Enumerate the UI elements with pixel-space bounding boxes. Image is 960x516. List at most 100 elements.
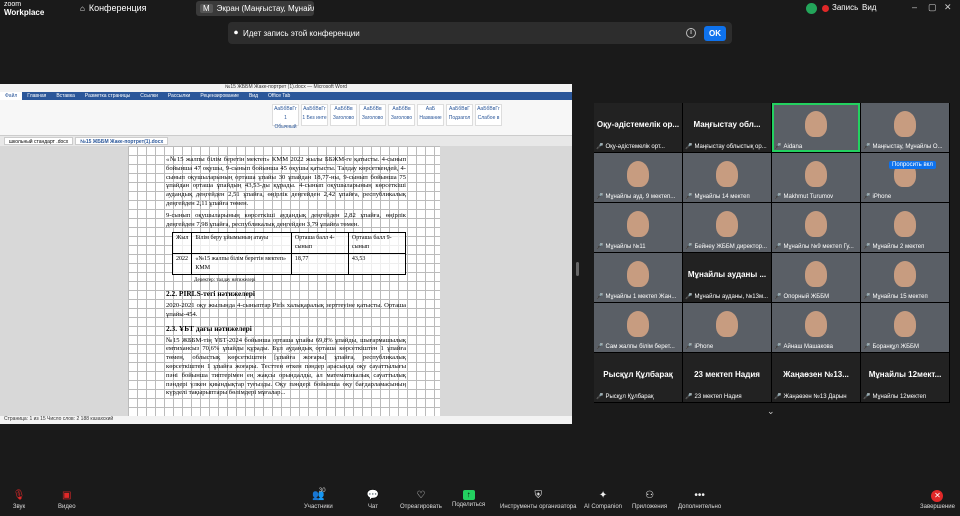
maximize-icon[interactable]: ▢ [928, 2, 937, 13]
participant-video [805, 211, 827, 237]
participant-tile[interactable]: 🎤 Мұнайлы 2 мектеп [861, 203, 949, 252]
word-tab[interactable]: Рецензирование [195, 92, 244, 100]
style-item[interactable]: AaБбВвГг 1 Обычный [272, 104, 299, 130]
participant-display-name: Маңғыстау обл... [693, 120, 761, 129]
participant-tile[interactable]: 🎤 Мұнайлы №9 мектеп Гу... [772, 203, 860, 252]
document-tab-active[interactable]: №15 ЖББМ Жаке-портрет(1).docx [75, 137, 169, 145]
doc-paragraph: 2020-2021 оқу жылында 4-сыныптар Pirls х… [166, 302, 406, 318]
participant-tile[interactable]: 🎤 Айнаш Машакова [772, 303, 860, 352]
participant-name-tag: 🎤 Маңғыстау, Мұнайлы О... [863, 143, 947, 151]
more-icon: ••• [694, 490, 705, 501]
participant-tile[interactable]: Оқу-әдістемелік ор... 🎤 Оқу-әдістемелік ор… [594, 103, 682, 152]
participant-name: Рысқұл Құлбарақ [605, 393, 654, 400]
participant-name: Маңғыстау, Мұнайлы О... [872, 143, 943, 150]
participant-video [894, 111, 916, 137]
ask-to-unmute-button[interactable]: Попросить вкл [889, 161, 936, 169]
record-label[interactable]: Запись [832, 3, 858, 12]
tab-conference[interactable]: ⌂ Конференция [80, 3, 147, 13]
participant-tile[interactable]: 🎤 Мұнайлы №11 [594, 203, 682, 252]
share-button[interactable]: ↑ Поделиться [452, 490, 485, 508]
meeting-toolbar: 🎙 Звук ▣ Видео 30 👥 Участники 💬 Чат ♡ От… [0, 486, 960, 516]
participant-video [894, 261, 916, 287]
close-window-icon[interactable]: ✕ [944, 2, 952, 13]
participant-tile[interactable]: 🎤 Мұнайлы 14 мектеп [683, 153, 771, 202]
participant-tile[interactable]: 🎤 Сам жалпы білім берет... [594, 303, 682, 352]
participant-tile[interactable]: Мұнайлы ауданы ... 🎤 Мұнайлы ауданы, №13м.… [683, 253, 771, 302]
style-item[interactable]: AaБбВв Заголово [359, 104, 386, 126]
participant-tile[interactable]: Рысқұл Құлбарақ 🎤 Рысқұл Құлбарақ [594, 353, 682, 402]
participant-name-tag: 🎤 Оқу-әдістемелік орт... [596, 143, 680, 151]
document-area: «№15 жалпы білім беретін мектеп» КММ 202… [0, 146, 572, 416]
ai-companion-button[interactable]: ✦ AI Companion [584, 490, 622, 510]
participant-name-tag: 🎤 Мұнайлы ауданы, №13м... [685, 293, 769, 301]
participant-name: Мұнайлы ауданы, №13м... [694, 293, 769, 300]
word-tab[interactable]: Рассылки [163, 92, 195, 100]
mic-muted-icon: 🎤 [863, 344, 871, 350]
participant-video [894, 311, 916, 337]
word-tab[interactable]: Вид [244, 92, 263, 100]
more-button[interactable]: ••• Дополнительно [678, 490, 721, 510]
minimize-icon[interactable]: – [912, 2, 917, 12]
ok-button[interactable]: OK [704, 25, 726, 41]
word-tab[interactable]: Разметка страницы [80, 92, 135, 100]
style-item[interactable]: AaБбВвГ Подзагол [446, 104, 473, 126]
doc-heading: 2.2. PIRLS-тегі нәтижелері [166, 289, 255, 299]
participant-tile[interactable]: 🎤 iPhone [683, 303, 771, 352]
participant-name-tag: 🎤 Мұнайлы №9 мектеп Гу... [774, 243, 858, 251]
style-item[interactable]: AaБбВв Заголово [388, 104, 415, 126]
participant-name-tag: 🎤 Жаңаөзен №13 Дарын [774, 393, 858, 401]
participant-name-tag: 🎤 Опорный ЖББМ [774, 293, 858, 301]
style-item[interactable]: AaБ Название [417, 104, 444, 126]
participant-tile[interactable]: 🎤 Aidana [772, 103, 860, 152]
audio-button[interactable]: 🎙 Звук [12, 490, 26, 510]
word-tab[interactable]: Главная [22, 92, 51, 100]
style-item[interactable]: AaБбВв Заголово [330, 104, 357, 126]
participant-tile[interactable]: 🎤 Мұнайлы ауд. 9 мектеп... [594, 153, 682, 202]
apps-button[interactable]: ⚇ Приложения [632, 490, 667, 510]
mic-muted-icon: 🎤 [774, 294, 782, 300]
participant-name: Makhmut Turumov [783, 193, 834, 200]
info-icon[interactable]: i [686, 28, 696, 38]
host-tools-button[interactable]: ⛨ Инструменты организатора [500, 490, 576, 510]
mic-muted-icon: 🎤 [685, 144, 693, 150]
video-button[interactable]: ▣ Видео [58, 490, 76, 510]
participant-tile[interactable]: Попросить вкл 🎤 iPhone [861, 153, 949, 202]
splitter-handle[interactable] [576, 262, 579, 276]
participant-tile[interactable]: 🎤 Боранқұл ЖББМ [861, 303, 949, 352]
participant-name-tag: 🎤 Сам жалпы білім берет... [596, 343, 680, 351]
mic-muted-icon: 🎤 [774, 244, 782, 250]
top-bar: zoom Workplace ⌂ Конференция M Экран (Ма… [0, 0, 960, 18]
participant-tile[interactable]: 🎤 Мұнайлы 1 мектеп Жан... [594, 253, 682, 302]
view-button[interactable]: Вид [862, 3, 876, 12]
word-title: №15 ЖББМ Жаке-портрет (1).docx — Microso… [0, 84, 572, 92]
chat-button[interactable]: 💬 Чат [366, 490, 380, 510]
style-item[interactable]: AaБбВвГг Слабое в [475, 104, 502, 126]
participant-video [627, 161, 649, 187]
word-tab[interactable]: Файл [0, 92, 23, 100]
participant-name-tag: 🎤 Айнаш Машакова [774, 343, 858, 351]
participant-name-tag: 🎤 Мұнайлы 12мектеп [863, 393, 947, 401]
participant-tile[interactable]: Мұнайлы 12мект... 🎤 Мұнайлы 12мектеп [861, 353, 949, 402]
word-tab[interactable]: Вставка [51, 92, 80, 100]
participant-tile[interactable]: Жаңаөзен №13... 🎤 Жаңаөзен №13 Дарын [772, 353, 860, 402]
participant-tile[interactable]: 23 мектеп Надия 🎤 23 мектеп Надия [683, 353, 771, 402]
participant-video [716, 311, 738, 337]
word-tab[interactable]: Office Tab [263, 92, 295, 100]
participant-tile[interactable]: 🎤 Makhmut Turumov [772, 153, 860, 202]
participant-tile[interactable]: 🎤 Бейнеу ЖББМ директор... [683, 203, 771, 252]
participant-tile[interactable]: 🎤 Опорный ЖББМ [772, 253, 860, 302]
participants-button[interactable]: 30 👥 Участники [304, 488, 333, 510]
react-button[interactable]: ♡ Отреагировать [400, 490, 442, 510]
word-tab[interactable]: Ссылки [135, 92, 163, 100]
participant-tile[interactable]: Маңғыстау обл... 🎤 Маңғыстау облыстық ор..… [683, 103, 771, 152]
document-tab[interactable]: школьный стандарт .docx [4, 137, 74, 145]
participant-tile[interactable]: 🎤 Маңғыстау, Мұнайлы О... [861, 103, 949, 152]
style-item[interactable]: AaБбВвГг 1 Без инте [301, 104, 328, 126]
tab-screen-share[interactable]: M Экран (Маңғыстау, Мұнайлы О ⊖ [196, 1, 314, 16]
shield-check-icon[interactable] [806, 3, 817, 14]
home-icon: ⌂ [80, 3, 85, 13]
participant-video [627, 261, 649, 287]
chevron-down-icon[interactable]: ⌄ [767, 406, 775, 417]
participant-tile[interactable]: 🎤 Мұнайлы 15 мектеп [861, 253, 949, 302]
end-meeting-button[interactable]: ✕ Завершение [920, 490, 955, 510]
